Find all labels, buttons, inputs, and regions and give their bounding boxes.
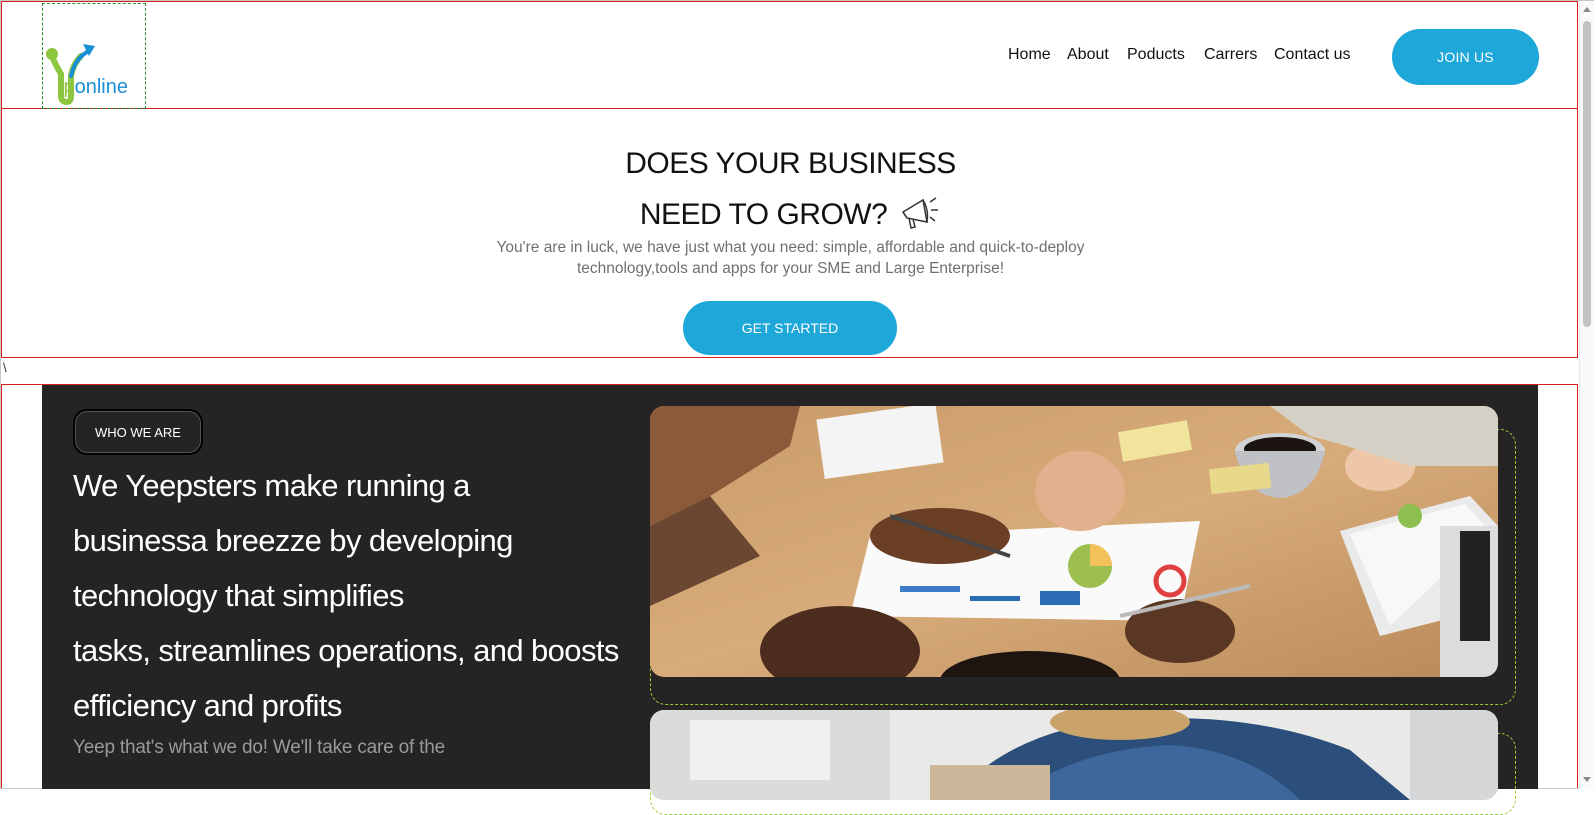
- nav-products[interactable]: Poducts: [1127, 46, 1185, 64]
- site-header: iponline Home About Poducts Carrers Cont…: [1, 1, 1578, 109]
- megaphone-icon: [902, 197, 939, 229]
- nav-about[interactable]: About: [1067, 46, 1109, 64]
- logo[interactable]: iponline: [42, 3, 146, 109]
- nav-contact[interactable]: Contact us: [1274, 46, 1350, 64]
- logo-text: iponline: [59, 75, 128, 99]
- about-line: We Yeepsters make running a: [73, 468, 470, 503]
- get-started-button[interactable]: GET STARTED: [683, 301, 897, 355]
- join-us-button[interactable]: JOIN US: [1392, 29, 1539, 85]
- hero-section: DOES YOUR BUSINESS NEED TO GROW? You're …: [1, 109, 1578, 358]
- scroll-up-arrow-icon[interactable]: [1583, 7, 1591, 12]
- nav-home[interactable]: Home: [1008, 46, 1051, 64]
- about-section: WHO WE ARE We Yeepsters make running a b…: [1, 384, 1578, 815]
- hero-title-line1: DOES YOUR BUSINESS: [625, 147, 956, 180]
- stray-backslash: \: [3, 360, 7, 375]
- logo-text-online: online: [74, 76, 128, 98]
- scrollbar-thumb[interactable]: [1583, 21, 1591, 327]
- logo-text-ip: ip: [59, 76, 75, 98]
- hero-title-line2: NEED TO GROW?: [639, 198, 888, 231]
- who-we-are-badge: WHO WE ARE: [73, 409, 203, 455]
- about-more-text: Yeep that's what we do! We'll take care …: [73, 737, 445, 758]
- page-scrollbar[interactable]: [1579, 1, 1594, 789]
- about-line: businessa breezze by developing: [73, 523, 513, 558]
- about-line: tasks, streamlines operations, and boost…: [73, 633, 619, 668]
- about-line: technology that simplifies: [73, 578, 404, 613]
- about-line: efficiency and profits: [73, 688, 342, 723]
- team-meeting-charts-image: [650, 406, 1498, 677]
- nav-careers[interactable]: Carrers: [1204, 46, 1257, 64]
- scroll-down-arrow-icon[interactable]: [1583, 777, 1591, 782]
- hero-title-line2-wrap: NEED TO GROW?: [2, 190, 1579, 232]
- hero-subtitle-line2: technology,tools and apps for your SME a…: [576, 260, 1005, 277]
- office-worker-image: [650, 710, 1498, 800]
- about-headline: We Yeepsters make running a businessa br…: [73, 458, 643, 733]
- hero-subtitle-line1: You're are in luck, we have just what yo…: [496, 239, 1085, 256]
